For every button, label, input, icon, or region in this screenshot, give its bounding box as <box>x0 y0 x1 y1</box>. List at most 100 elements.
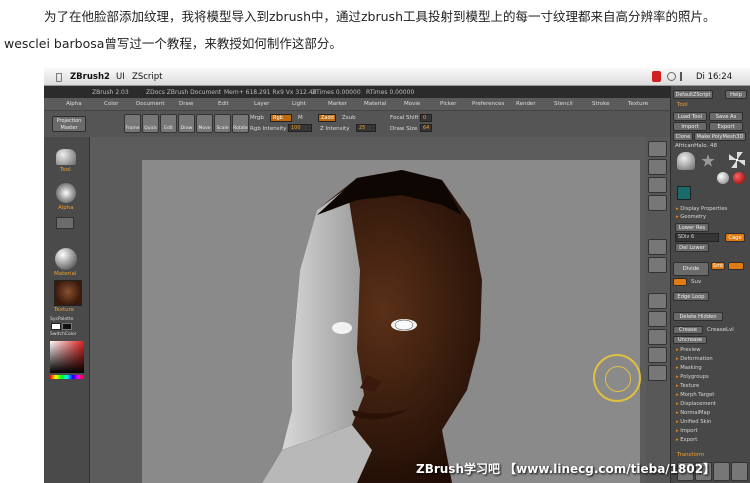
aahalf-button[interactable] <box>648 195 667 211</box>
uncrease-button[interactable]: Uncrease <box>673 336 707 344</box>
material-icon[interactable] <box>55 248 77 270</box>
apple-icon[interactable]:  <box>56 72 62 83</box>
tool-icon[interactable] <box>56 149 76 165</box>
move-tool[interactable]: Move <box>196 114 213 133</box>
tool-palette-header[interactable]: Tool <box>677 102 688 108</box>
menu-texture[interactable]: Texture <box>628 101 648 107</box>
scale-tool[interactable]: Scale <box>214 114 231 133</box>
focal-shift-slider[interactable]: 0 <box>420 114 432 122</box>
sdiv-slider[interactable]: SDiv 6 <box>675 233 719 242</box>
quick-tool[interactable]: Quick <box>142 114 159 133</box>
menu-alpha[interactable]: Alpha <box>66 101 82 107</box>
export-button[interactable]: Export <box>709 122 743 131</box>
smt-toggle[interactable]: Smt <box>711 262 725 270</box>
sparkle-tool-icon[interactable] <box>729 152 745 168</box>
mrgb-toggle[interactable]: Mrgb <box>250 115 264 121</box>
menu-stroke[interactable]: Stroke <box>592 101 610 107</box>
menu-light[interactable]: Light <box>292 101 306 107</box>
transform-header[interactable]: Transform <box>677 452 704 458</box>
tool-thumb-head[interactable] <box>677 152 695 170</box>
camera-button[interactable] <box>648 365 667 381</box>
draw-tool[interactable]: Draw <box>178 114 195 133</box>
del-lower-button[interactable]: Del Lower <box>675 243 709 252</box>
stroke-icon[interactable] <box>56 217 74 229</box>
color-picker[interactable] <box>50 341 84 373</box>
m-toggle[interactable]: M <box>298 115 303 121</box>
rotate-button[interactable] <box>648 329 667 345</box>
clone-button[interactable]: Clone <box>673 132 693 141</box>
flag-icon[interactable] <box>652 71 661 82</box>
switchcolor-label[interactable]: SwitchColor <box>50 332 77 337</box>
scale-transform-icon[interactable] <box>713 462 730 481</box>
rotate-transform-icon[interactable] <box>731 462 748 481</box>
menu-material[interactable]: Material <box>364 101 386 107</box>
cage-button[interactable]: Cage <box>725 233 745 242</box>
menubar-ui[interactable]: UI <box>116 72 125 82</box>
projection-master-button[interactable]: Projection Master <box>52 116 86 132</box>
menu-draw[interactable]: Draw <box>179 101 193 107</box>
menu-preferences[interactable]: Preferences <box>472 101 504 107</box>
zadd-toggle[interactable]: Zadd <box>318 114 336 122</box>
zoom-button[interactable] <box>648 159 667 175</box>
red-sphere-tool-icon[interactable] <box>733 172 745 184</box>
rgb-toggle[interactable]: Rgb <box>270 114 292 122</box>
creaselvl-slider[interactable]: CreaseLvl <box>707 327 734 333</box>
scroll-button[interactable] <box>648 141 667 157</box>
smt-toggle-2[interactable] <box>673 278 687 286</box>
volume-icon[interactable] <box>680 72 688 81</box>
masking-item[interactable]: Masking <box>676 365 701 371</box>
star-tool-icon[interactable] <box>701 154 715 167</box>
menubar-zscript[interactable]: ZScript <box>132 72 162 82</box>
document-canvas[interactable] <box>142 160 640 483</box>
help-button[interactable]: Help <box>725 90 747 99</box>
menu-layer[interactable]: Layer <box>254 101 269 107</box>
divide-button[interactable]: Divide <box>673 262 709 276</box>
save-as-button[interactable]: Save As <box>709 112 743 121</box>
load-tool-button[interactable]: Load Tool <box>673 112 707 121</box>
syspalette-label[interactable]: SysPalette <box>50 317 73 322</box>
edit-tool[interactable]: Edit <box>160 114 177 133</box>
menu-color[interactable]: Color <box>104 101 118 107</box>
preview-item[interactable]: Preview <box>676 347 700 353</box>
menu-marker[interactable]: Marker <box>328 101 347 107</box>
frame-tool[interactable]: Frame <box>124 114 141 133</box>
persp-button[interactable] <box>648 239 667 255</box>
alpha-icon[interactable] <box>56 183 76 203</box>
local-button[interactable] <box>648 257 667 273</box>
actual-button[interactable] <box>648 177 667 193</box>
texture-item[interactable]: Texture <box>676 383 699 389</box>
menubar-app[interactable]: ZBrush2 <box>70 72 110 82</box>
defaultzscript-button[interactable]: DefaultZScript <box>673 90 713 99</box>
morph-target-item[interactable]: Morph Target <box>676 392 714 398</box>
texture-tool-icon[interactable] <box>677 186 691 200</box>
draw-size-slider[interactable]: 64 <box>420 124 432 132</box>
secondary-color-swatch[interactable] <box>62 323 72 330</box>
zsub-toggle[interactable]: Zsub <box>342 115 356 121</box>
menu-picker[interactable]: Picker <box>440 101 456 107</box>
edge-loop-button[interactable]: Edge Loop <box>673 292 709 301</box>
display-properties-item[interactable]: Display Properties <box>676 206 727 212</box>
crease-button[interactable]: Crease <box>673 326 703 334</box>
import-item[interactable]: Import <box>676 428 697 434</box>
texture-thumbnail[interactable] <box>54 280 82 306</box>
menu-stencil[interactable]: Stencil <box>554 101 573 107</box>
lower-res-button[interactable]: Lower Res <box>675 223 709 232</box>
menu-render[interactable]: Render <box>516 101 536 107</box>
make-polymesh-button[interactable]: Make PolyMesh3D <box>694 132 746 141</box>
menu-edit[interactable]: Edit <box>218 101 229 107</box>
sphere-tool-icon[interactable] <box>717 172 729 184</box>
import-button[interactable]: Import <box>673 122 707 131</box>
main-color-swatch[interactable] <box>51 323 61 330</box>
dynamic-toggle[interactable] <box>728 262 744 270</box>
suv-toggle[interactable]: Suv <box>691 279 701 285</box>
unified-skin-item[interactable]: Unified Skin <box>676 419 711 425</box>
delete-hidden-button[interactable]: Delete Hidden <box>673 312 723 321</box>
rotate-tool[interactable]: Rotate <box>232 114 249 133</box>
export-item[interactable]: Export <box>676 437 697 443</box>
menu-document[interactable]: Document <box>136 101 165 107</box>
scale-button[interactable] <box>648 311 667 327</box>
z-intensity-slider[interactable]: 25 <box>356 124 376 132</box>
rgb-intensity-slider[interactable]: 100 <box>288 124 312 132</box>
geometry-item[interactable]: Geometry <box>676 214 706 220</box>
spin-button[interactable] <box>648 347 667 363</box>
